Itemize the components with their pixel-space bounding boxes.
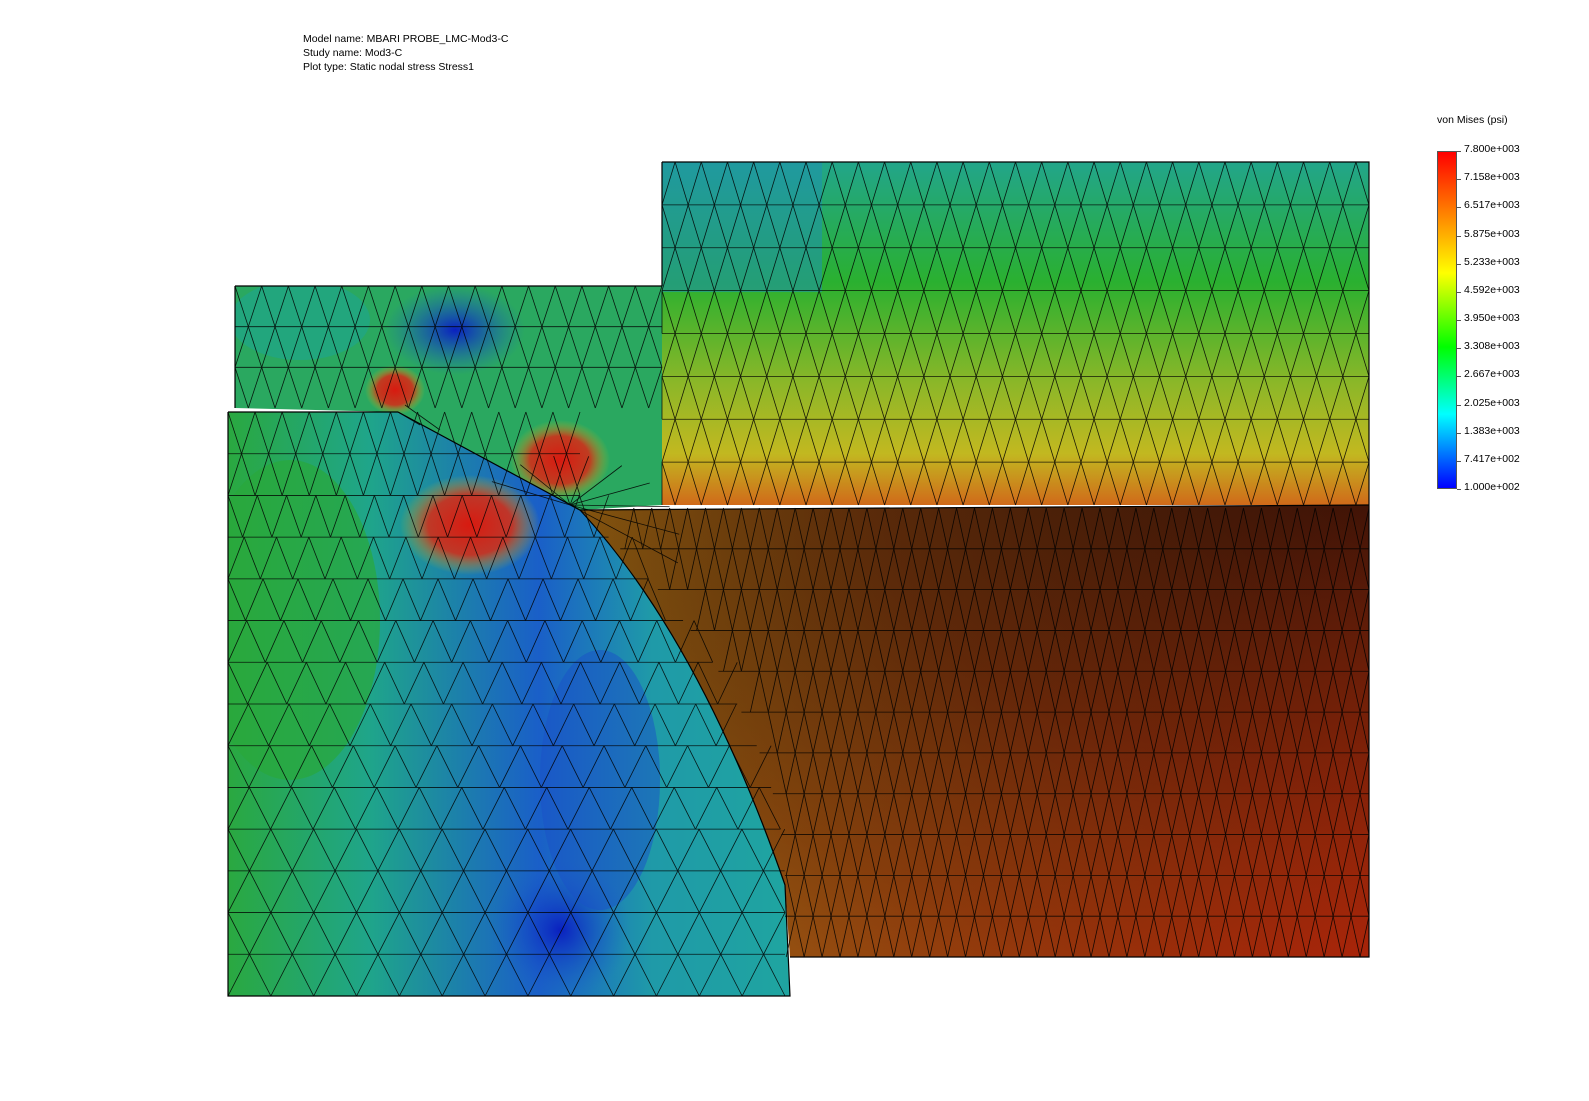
hot-spot-notch — [365, 365, 425, 415]
legend-label: 3.308e+003 — [1464, 340, 1520, 353]
legend-label: 2.025e+003 — [1464, 396, 1520, 409]
legend-tick — [1457, 207, 1461, 209]
legend-label: 3.950e+003 — [1464, 312, 1520, 324]
legend-tick — [1457, 348, 1461, 350]
legend-tick — [1457, 291, 1461, 293]
legend-label: 6.517e+003 — [1464, 199, 1520, 212]
legend-tick — [1457, 235, 1461, 237]
legend-title: von Mises (psi) — [1437, 114, 1508, 126]
legend-tick — [1457, 263, 1461, 265]
legend-tick — [1457, 432, 1461, 434]
legend-tick — [1457, 376, 1461, 378]
legend-tick — [1457, 151, 1461, 152]
legend-label: 7.800e+003 — [1464, 143, 1520, 155]
legend-label: 7.417e+002 — [1464, 452, 1520, 465]
legend-label: 1.383e+003 — [1464, 424, 1520, 437]
legend-label: 4.592e+003 — [1464, 283, 1520, 296]
legend-label: 2.667e+003 — [1464, 368, 1520, 381]
legend-label: 1.000e+002 — [1464, 481, 1520, 493]
legend-tick — [1457, 460, 1461, 462]
region-top-right-bluish-corner — [662, 162, 822, 292]
legend-tick — [1457, 179, 1461, 181]
fea-stress-plot — [227, 161, 1370, 997]
legend-tick — [1457, 489, 1461, 490]
legend-label: 7.158e+003 — [1464, 171, 1520, 184]
legend-color-bar — [1437, 151, 1457, 489]
legend-label: 5.875e+003 — [1464, 227, 1520, 240]
legend-label: 5.233e+003 — [1464, 255, 1520, 268]
legend-tick — [1457, 404, 1461, 406]
legend-tick — [1457, 320, 1461, 321]
